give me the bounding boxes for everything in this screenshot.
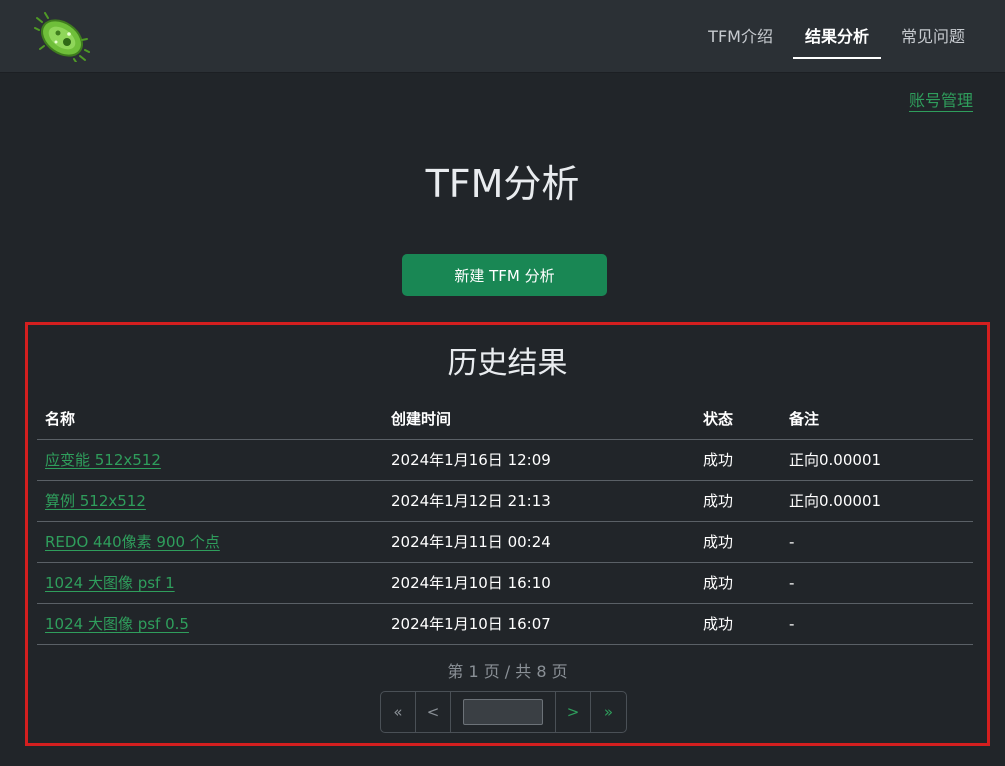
navbar: TFM介绍 结果分析 常见问题 bbox=[0, 0, 1005, 73]
history-table: 名称 创建时间 状态 备注 应变能 512x512 2024年1月16日 12:… bbox=[37, 398, 973, 645]
nav-item-faq[interactable]: 常见问题 bbox=[889, 0, 977, 73]
last-page-button[interactable]: » bbox=[591, 692, 626, 732]
status-text: 成功 bbox=[695, 439, 781, 481]
column-header-status: 状态 bbox=[695, 398, 781, 440]
first-page-button[interactable]: « bbox=[381, 692, 416, 732]
page-number-input[interactable] bbox=[463, 699, 543, 725]
prev-page-button[interactable]: < bbox=[416, 692, 451, 732]
note-text: - bbox=[781, 603, 973, 645]
next-page-button[interactable]: > bbox=[556, 692, 591, 732]
column-header-name: 名称 bbox=[37, 398, 383, 440]
note-text: - bbox=[781, 562, 973, 604]
result-name-link[interactable]: 1024 大图像 psf 1 bbox=[45, 574, 175, 592]
status-text: 成功 bbox=[695, 521, 781, 563]
table-row: REDO 440像素 900 个点 2024年1月11日 00:24 成功 - bbox=[37, 521, 973, 563]
new-tfm-analysis-button[interactable]: 新建 TFM 分析 bbox=[402, 254, 607, 296]
column-header-note: 备注 bbox=[781, 398, 973, 440]
table-row: 应变能 512x512 2024年1月16日 12:09 成功 正向0.0000… bbox=[37, 439, 973, 481]
created-time: 2024年1月10日 16:07 bbox=[383, 603, 695, 645]
status-text: 成功 bbox=[695, 480, 781, 522]
result-name-link[interactable]: 应变能 512x512 bbox=[45, 451, 161, 469]
note-text: 正向0.00001 bbox=[781, 439, 973, 481]
nav-links: TFM介绍 结果分析 常见问题 bbox=[688, 0, 977, 73]
created-time: 2024年1月10日 16:10 bbox=[383, 562, 695, 604]
history-title: 历史结果 bbox=[447, 346, 568, 381]
table-header-row: 名称 创建时间 状态 备注 bbox=[37, 398, 973, 440]
status-text: 成功 bbox=[695, 603, 781, 645]
result-name-link[interactable]: 算例 512x512 bbox=[45, 492, 146, 510]
created-time: 2024年1月12日 21:13 bbox=[383, 480, 695, 522]
account-management-link[interactable]: 账号管理 bbox=[908, 91, 973, 112]
table-row: 1024 大图像 psf 1 2024年1月10日 16:10 成功 - bbox=[37, 562, 973, 604]
microbe-icon[interactable] bbox=[34, 12, 90, 62]
table-row: 算例 512x512 2024年1月12日 21:13 成功 正向0.00001 bbox=[37, 480, 973, 522]
page-title: TFM分析 bbox=[425, 162, 580, 206]
nav-item-result-analysis[interactable]: 结果分析 bbox=[792, 0, 881, 73]
result-name-link[interactable]: REDO 440像素 900 个点 bbox=[45, 533, 220, 551]
note-text: 正向0.00001 bbox=[781, 480, 973, 522]
result-name-link[interactable]: 1024 大图像 psf 0.5 bbox=[45, 615, 189, 633]
status-text: 成功 bbox=[695, 562, 781, 604]
history-results-panel: 历史结果 名称 创建时间 状态 备注 应变能 512x512 2024年1月16… bbox=[25, 322, 990, 746]
column-header-created-time: 创建时间 bbox=[383, 398, 695, 440]
nav-item-tfm-intro[interactable]: TFM介绍 bbox=[696, 0, 785, 73]
created-time: 2024年1月16日 12:09 bbox=[383, 439, 695, 481]
pagination: « < > » bbox=[380, 691, 627, 733]
created-time: 2024年1月11日 00:24 bbox=[383, 521, 695, 563]
page-info: 第 1 页 / 共 8 页 bbox=[447, 662, 568, 681]
note-text: - bbox=[781, 521, 973, 563]
page-input-wrapper bbox=[451, 692, 556, 732]
table-row: 1024 大图像 psf 0.5 2024年1月10日 16:07 成功 - bbox=[37, 603, 973, 645]
